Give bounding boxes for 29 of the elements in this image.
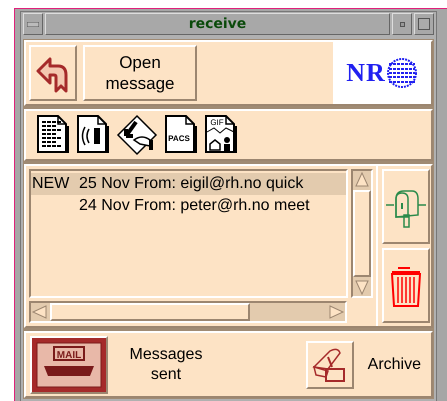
horizontal-scrollbar[interactable] (29, 301, 347, 323)
trash-button[interactable] (382, 248, 430, 323)
open-message-button[interactable]: Open message (83, 45, 197, 101)
gif-image-icon[interactable]: GIF (204, 114, 238, 156)
mail-tray-icon: MAIL (36, 342, 102, 388)
vertical-scrollbar[interactable] (351, 169, 373, 298)
maximize-icon (418, 18, 430, 30)
back-button[interactable] (29, 45, 77, 101)
hand-arrow-icon[interactable] (116, 114, 158, 156)
minus-icon (27, 22, 39, 26)
window-menu-button[interactable] (23, 13, 43, 35)
scroll-right-icon[interactable] (327, 303, 345, 321)
pacs-file-icon[interactable]: PACS (164, 114, 198, 156)
minimize-icon (400, 22, 404, 26)
minimize-button[interactable] (392, 13, 412, 35)
text-document-icon[interactable] (36, 114, 70, 156)
window-title: receive (45, 13, 390, 35)
message-row[interactable]: NEW 25 Nov From: eigil@rh.no quick (31, 173, 346, 195)
maximize-button[interactable] (414, 13, 434, 35)
scroll-left-icon[interactable] (31, 303, 49, 321)
logo-text: NR (346, 58, 386, 88)
mailbox-button[interactable] (382, 169, 430, 244)
archive-label: Archive (368, 356, 421, 374)
mail-tray-button[interactable]: MAIL (30, 336, 108, 394)
message-row[interactable]: 24 Nov From: peter@rh.no meet (31, 195, 346, 217)
sound-file-icon[interactable] (76, 114, 110, 156)
archive-button[interactable] (306, 340, 354, 388)
globe-icon (386, 57, 418, 89)
messages-sent-label: Messages sent (128, 344, 204, 384)
